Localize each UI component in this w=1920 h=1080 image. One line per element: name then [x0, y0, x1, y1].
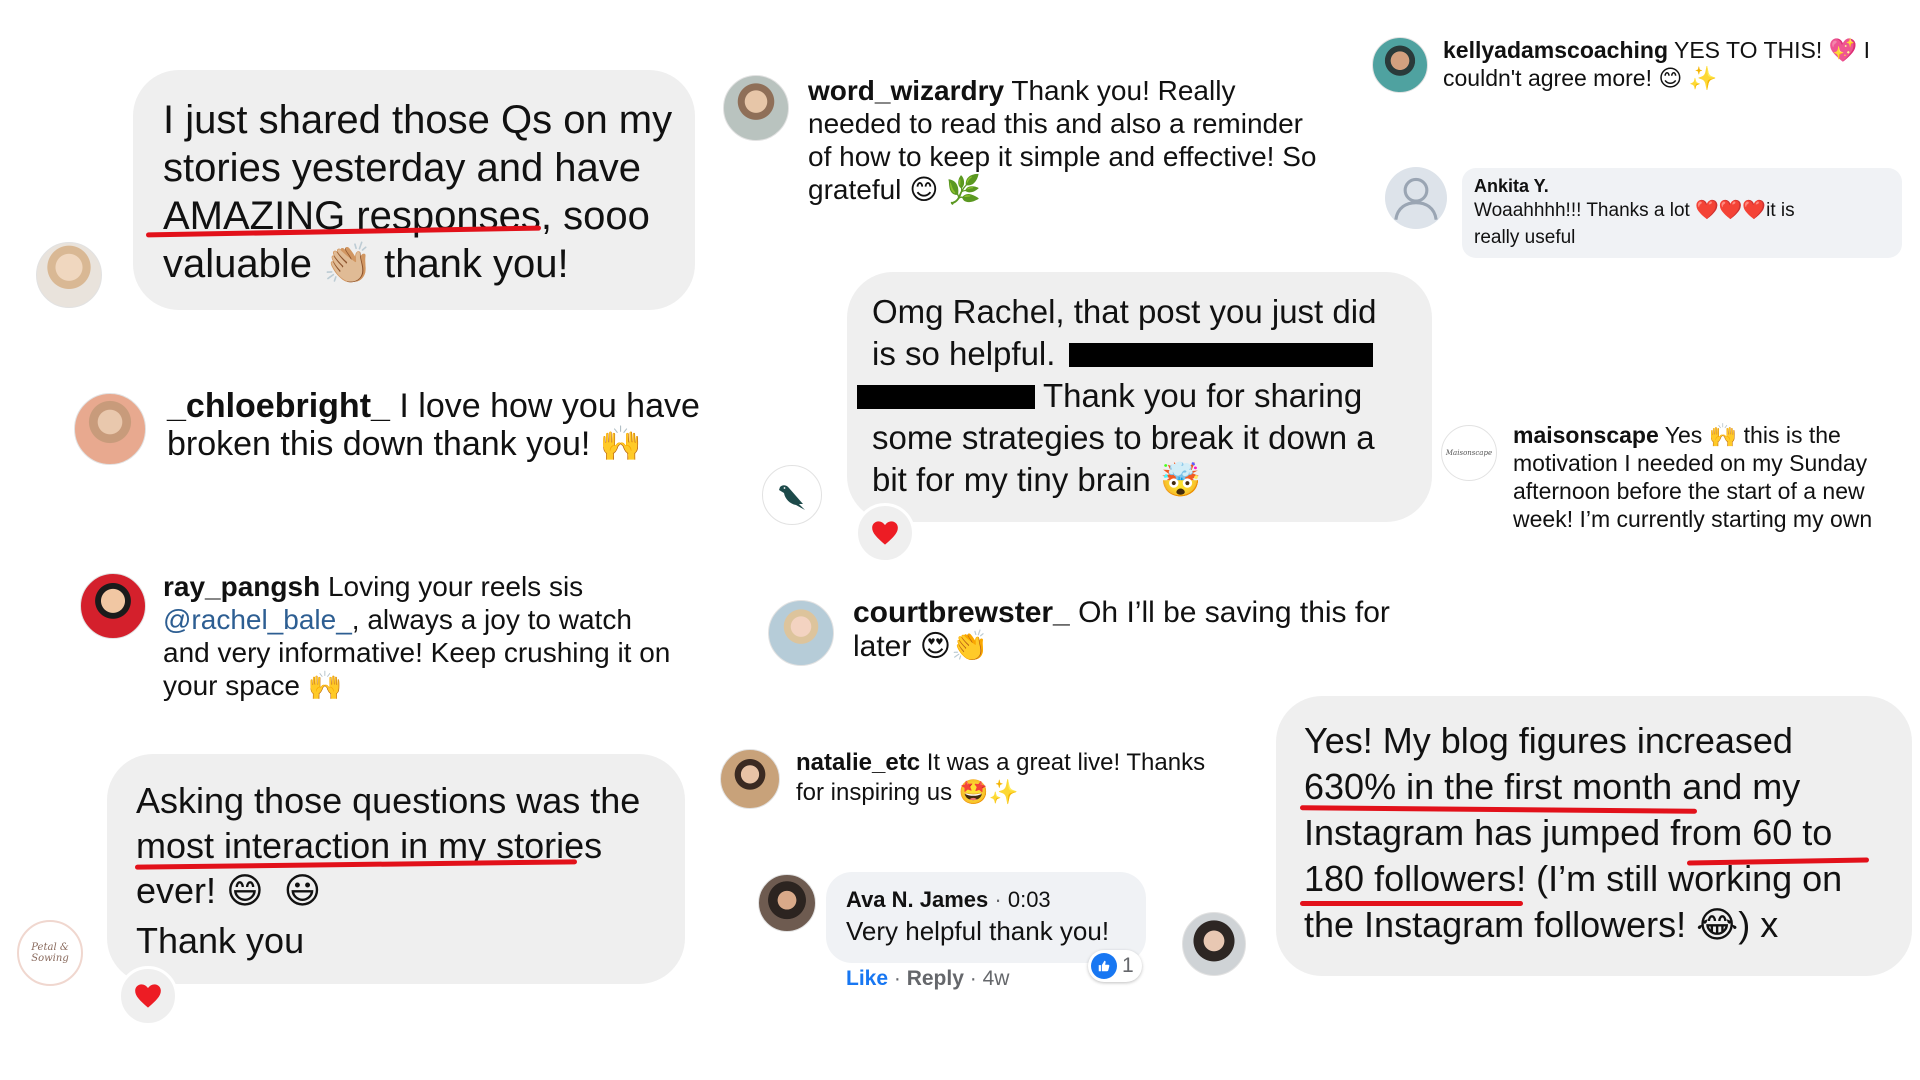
heart-icon: [135, 984, 161, 1008]
like-thumb-icon: [1091, 953, 1117, 979]
commenter-name[interactable]: Ava N. James: [846, 887, 988, 912]
comment-c7: courtbrewster_ Oh I’ll be saving this fo…: [853, 596, 1390, 663]
redacted-bar: [857, 385, 1035, 409]
default-user-icon: [1394, 177, 1438, 220]
comment-text-highlight: 180 followers!: [1304, 858, 1527, 899]
avatar-c3[interactable]: [80, 573, 146, 639]
comment-bubble-c4: Asking those questions was the most inte…: [107, 754, 685, 984]
logo-text: Sowing: [31, 953, 69, 964]
highlight-underline: [1300, 901, 1523, 906]
comment-c2: _chloebright_ I love how you have broken…: [167, 387, 700, 463]
sparkles-emoji-icon: ✨: [988, 779, 1019, 806]
comment-bubble-c1: I just shared those Qs on my stories yes…: [133, 70, 695, 310]
comment-bubble-c13: Yes! My blog figures increased 630% in t…: [1276, 696, 1912, 976]
logo-text: Maisonscape: [1445, 449, 1493, 457]
comment-text-highlight: 630% in the first month: [1304, 766, 1673, 807]
comment-c12: maisonscape Yes 🙌 this is the motivation…: [1513, 422, 1873, 532]
exploding-head-emoji-icon: 🤯: [1159, 461, 1202, 498]
smile-emoji-icon: 😊: [1658, 65, 1683, 91]
heart-reaction[interactable]: [118, 966, 178, 1026]
fb-reaction-count[interactable]: 1: [1088, 950, 1142, 982]
bird-icon: [779, 485, 805, 510]
clap-emoji-icon: 👏: [950, 630, 989, 663]
avatar-c9[interactable]: [758, 874, 816, 932]
comment-c3: ray_pangsh Loving your reels sis @rachel…: [163, 571, 671, 701]
raised-hands-emoji-icon: 🙌: [307, 670, 343, 701]
raised-hands-emoji-icon: 🙌: [599, 425, 643, 463]
username[interactable]: kellyadamscoaching: [1443, 37, 1668, 63]
heart-eyes-emoji-icon: 😍: [919, 630, 951, 663]
avatar-c8[interactable]: [720, 749, 780, 809]
comment-text: I just shared those Qs on my: [163, 98, 673, 142]
smiley-emoji-icon: 😃: [283, 870, 322, 911]
redacted-bar: [1069, 343, 1374, 367]
username[interactable]: _chloebright_: [167, 387, 390, 425]
username[interactable]: word_wizardry: [808, 75, 1004, 106]
username[interactable]: ray_pangsh: [163, 571, 320, 602]
red-heart-emoji-icon: ❤️❤️❤️: [1695, 200, 1767, 221]
heart-icon: [872, 521, 898, 545]
avatar-c4-petal-logo[interactable]: Petal & Sowing: [17, 920, 83, 986]
avatar-c7[interactable]: [768, 600, 834, 666]
timestamp[interactable]: 0:03: [1008, 887, 1051, 912]
comment-age: 4w: [982, 967, 1010, 990]
logo-text: Petal &: [31, 942, 69, 953]
raised-hands-emoji-icon: 🙌: [1708, 422, 1738, 448]
reaction-count: 1: [1122, 954, 1134, 977]
comment-text-highlight: from 60 to: [1670, 812, 1833, 853]
username[interactable]: natalie_etc: [796, 749, 920, 776]
comment-bubble-c11: Ankita Y. Woaahhhh!!! Thanks a lot ❤️❤️❤…: [1462, 168, 1902, 258]
tears-of-joy-emoji-icon: 😂: [1696, 904, 1739, 945]
clap-emoji-icon: 👏🏼: [323, 242, 373, 286]
sparkles-emoji-icon: ✨: [1688, 65, 1718, 91]
username[interactable]: courtbrewster_: [853, 596, 1070, 629]
heart-reaction[interactable]: [855, 503, 915, 563]
herb-emoji-icon: 🌿: [946, 174, 982, 205]
avatar-c11-default[interactable]: [1385, 167, 1447, 229]
comment-text: Very helpful thank you!: [846, 916, 1110, 946]
commenter-name[interactable]: Ankita Y.: [1474, 175, 1902, 197]
avatar-c5[interactable]: [723, 75, 789, 141]
smile-emoji-icon: 😊: [909, 174, 939, 205]
avatar-c13[interactable]: [1182, 912, 1246, 976]
comment-bubble-c6: Omg Rachel, that post you just did is so…: [847, 272, 1432, 522]
sparkling-heart-emoji-icon: 💖: [1828, 37, 1858, 63]
mention-link[interactable]: @rachel_bale_: [163, 604, 352, 635]
username[interactable]: maisonscape: [1513, 422, 1659, 448]
like-link[interactable]: Like: [846, 967, 888, 990]
comment-c5: word_wizardry Thank you! Really needed t…: [808, 75, 1317, 205]
reply-link[interactable]: Reply: [907, 967, 964, 990]
star-struck-emoji-icon: 🤩: [958, 779, 989, 806]
avatar-c1[interactable]: [36, 242, 102, 308]
comment-bubble-c9: Ava N. James · 0:03 Very helpful thank y…: [826, 872, 1146, 963]
grinning-emoji-icon: 😄: [226, 870, 264, 911]
avatar-c2[interactable]: [74, 393, 146, 465]
comment-c8: natalie_etc It was a great live! Thanks …: [796, 749, 1206, 806]
avatar-c10[interactable]: [1372, 37, 1428, 93]
avatar-c12-maisonscape[interactable]: Maisonscape: [1441, 425, 1497, 481]
comment-text: stories yesterday and have: [163, 146, 642, 190]
comment-actions-c9: Like · Reply · 4w: [846, 967, 1010, 990]
avatar-c6-bird[interactable]: [762, 465, 822, 525]
comment-c10: kellyadamscoaching YES TO THIS! 💖 I coul…: [1443, 37, 1871, 91]
